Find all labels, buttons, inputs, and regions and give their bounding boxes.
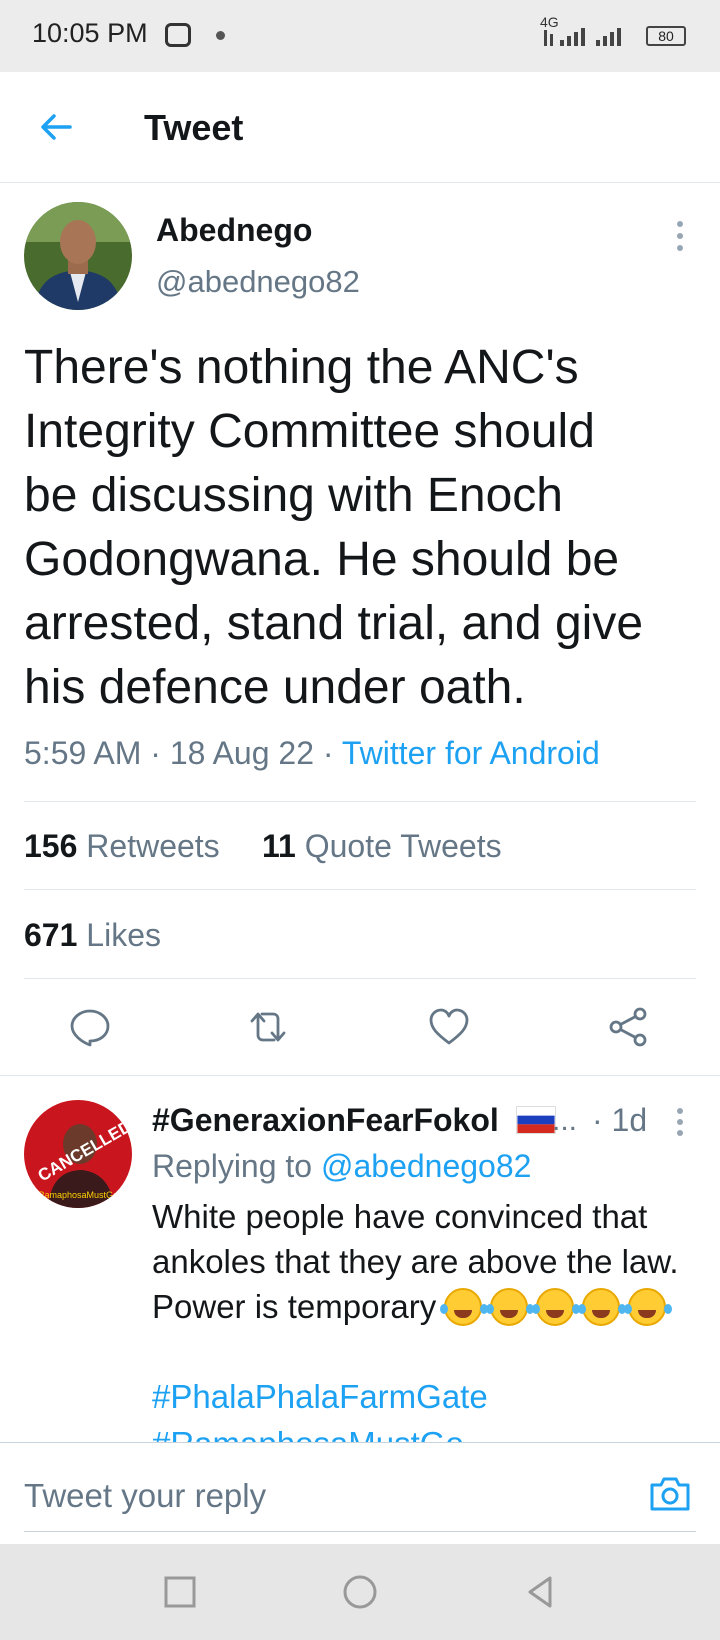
section-divider [0, 1075, 720, 1076]
tears-of-joy-emoji-icon [578, 1288, 621, 1326]
more-options-icon[interactable] [670, 218, 690, 254]
camera-icon[interactable] [648, 1473, 692, 1513]
tears-of-joy-emoji-icon [532, 1288, 575, 1326]
system-navigation-bar [0, 1544, 720, 1640]
reply-more-options-icon[interactable] [670, 1106, 690, 1138]
back-triangle-icon[interactable] [520, 1572, 560, 1612]
reply-text-line-with-emoji: Power is temporary [152, 1284, 712, 1329]
hashtag-link[interactable]: #RamaphosaMustGo [152, 1424, 712, 1442]
likes-label: Likes [86, 917, 161, 953]
notification-app-icon [165, 23, 191, 47]
arrow-left-icon[interactable] [36, 107, 76, 147]
quote-tweets-stat[interactable]: 11 Quote Tweets [262, 828, 502, 865]
reply-author-name: #GeneraxionFearFokol [152, 1102, 499, 1138]
reply-author-avatar[interactable]: CANCELLED RamaphosaMustGo [24, 1100, 132, 1208]
tweet-time: 5:59 AM [24, 735, 142, 771]
author-handle[interactable]: @abednego82 [156, 264, 360, 300]
tears-of-joy-emoji-icon [624, 1288, 667, 1326]
russia-flag-icon [515, 1106, 556, 1134]
retweet-icon[interactable] [246, 1005, 290, 1049]
reply-text-line: Power is temporary [152, 1288, 437, 1325]
divider [24, 889, 696, 890]
reply-text-line: White people have convinced that [152, 1198, 648, 1235]
tears-of-joy-emoji-icon [486, 1288, 529, 1326]
replying-handle-link[interactable]: @abednego82 [321, 1148, 531, 1184]
tweet-meta: 5:59 AM · 18 Aug 22 · Twitter for Androi… [24, 735, 600, 772]
status-bar: 10:05 PM 4G 80 [0, 0, 720, 72]
quotes-count: 11 [262, 828, 296, 864]
share-icon[interactable] [606, 1005, 650, 1049]
like-icon[interactable] [427, 1005, 471, 1049]
tweet-text: There's nothing the ANC's Integrity Comm… [24, 341, 644, 714]
tweet-source-link[interactable]: Twitter for Android [342, 735, 600, 771]
meta-separator: · [322, 735, 342, 771]
tears-of-joy-emoji-icon [440, 1288, 483, 1326]
reply-icon[interactable] [68, 1005, 112, 1049]
status-time: 10:05 PM [32, 18, 148, 48]
reply-text: White people have convinced that ankoles… [152, 1194, 712, 1329]
author-name[interactable]: Abednego [156, 212, 312, 249]
replying-prefix: Replying to [152, 1148, 313, 1184]
reply-author-name-row[interactable]: #GeneraxionFearFokol [152, 1102, 556, 1139]
likes-count: 671 [24, 917, 78, 953]
notification-dot-icon [216, 31, 225, 40]
meta-separator: · [150, 735, 170, 771]
divider [24, 801, 696, 802]
reply-text-line: ankoles that they are above the law. [152, 1243, 679, 1280]
tweet-date: 18 Aug 22 [169, 735, 314, 771]
divider [24, 978, 696, 979]
retweets-label: Retweets [86, 828, 220, 864]
quotes-label: Quote Tweets [304, 828, 502, 864]
reply-input[interactable]: Tweet your reply [24, 1477, 266, 1515]
battery-icon: 80 [646, 26, 686, 46]
reply-time: · 1d [592, 1102, 648, 1138]
avatar-subtext: RamaphosaMustGo [38, 1190, 118, 1200]
hashtag-link[interactable]: #PhalaPhalaFarmGate [152, 1378, 712, 1416]
name-truncation: ... [552, 1104, 578, 1137]
reply-composer: Tweet your reply [0, 1442, 720, 1545]
signal-icon [544, 28, 621, 46]
recent-apps-square-icon[interactable] [160, 1572, 200, 1612]
replying-to: Replying to @abednego82 [152, 1148, 531, 1185]
top-app-bar: Tweet [0, 72, 720, 183]
home-circle-icon[interactable] [340, 1572, 380, 1612]
retweets-count: 156 [24, 828, 78, 864]
composer-underline [24, 1531, 696, 1532]
page-title: Tweet [144, 107, 244, 148]
author-avatar[interactable] [24, 202, 132, 310]
retweets-stat[interactable]: 156 Retweets [24, 828, 220, 865]
likes-stat[interactable]: 671 Likes [24, 917, 161, 954]
